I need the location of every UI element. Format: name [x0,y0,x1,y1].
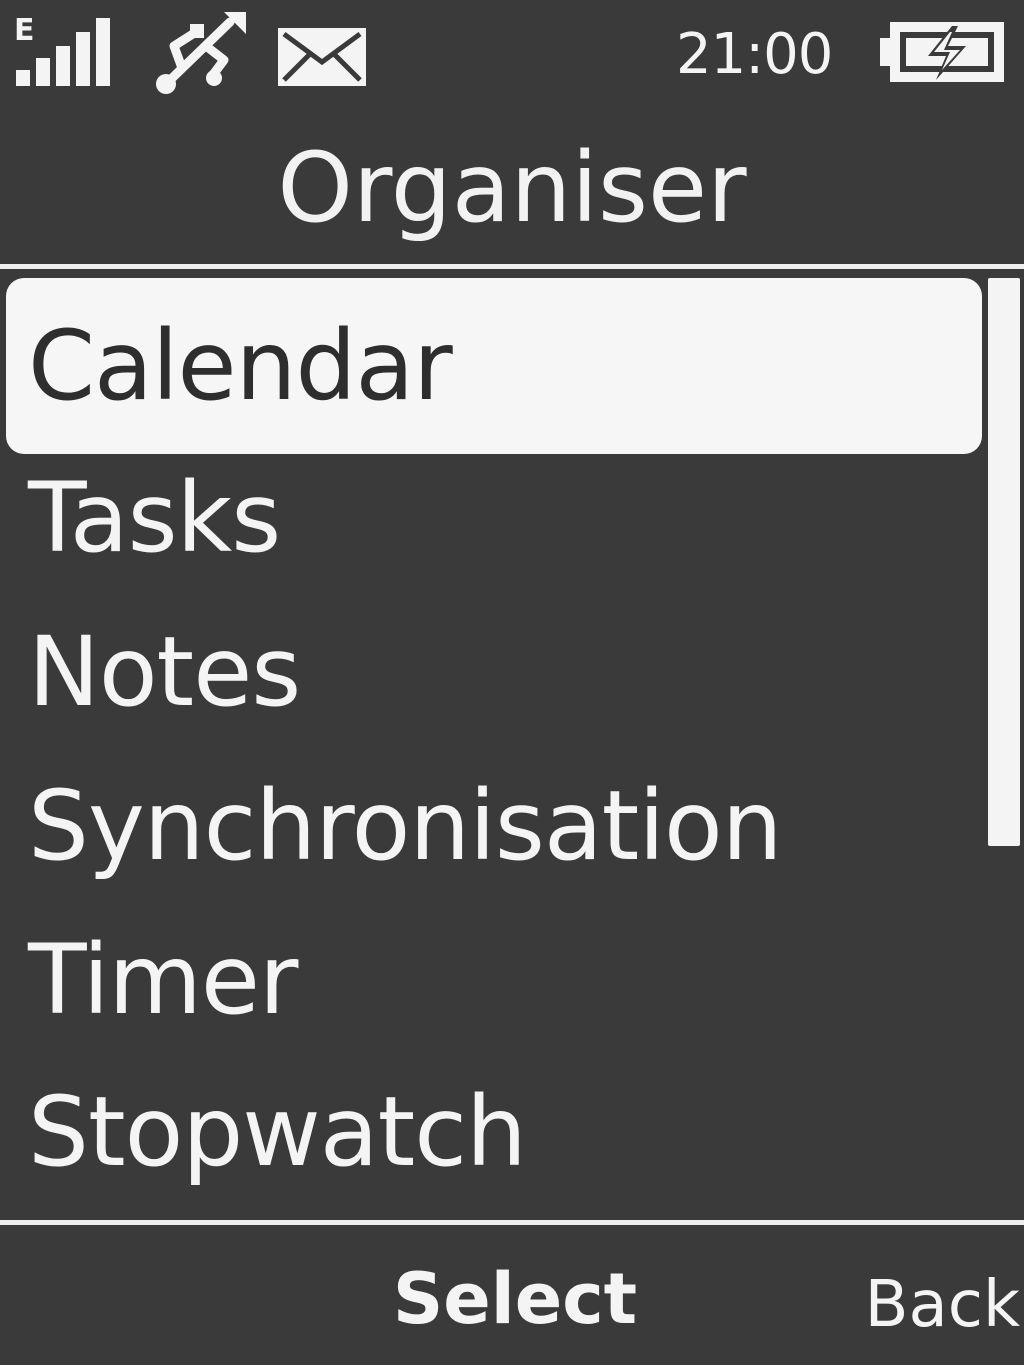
signal-icon: E [14,13,110,86]
status-bar: E 21:00 [0,0,1024,112]
battery-charging-icon [880,22,1004,82]
menu-item-notes[interactable]: Notes [6,584,982,760]
menu-item-calendar[interactable]: Calendar [6,278,982,454]
menu-list: Calendar Tasks Notes Synchronisation Tim… [0,272,990,1220]
clock: 21:00 [676,22,833,87]
softkey-bar: Select Back [0,1232,1024,1365]
page-title: Organiser [277,132,747,244]
select-softkey[interactable]: Select [360,1254,670,1344]
network-type-label: E [14,13,35,48]
menu-item-stopwatch[interactable]: Stopwatch [6,1044,982,1220]
softkey-divider [0,1220,1024,1225]
menu-item-synchronisation[interactable]: Synchronisation [6,738,982,914]
scrollbar-thumb[interactable] [988,278,1020,846]
mail-icon [278,28,366,86]
menu-item-tasks[interactable]: Tasks [6,430,982,606]
menu-item-timer[interactable]: Timer [6,892,982,1068]
usb-icon [156,12,246,94]
title-divider [0,264,1024,269]
back-softkey[interactable]: Back [850,1260,1020,1350]
